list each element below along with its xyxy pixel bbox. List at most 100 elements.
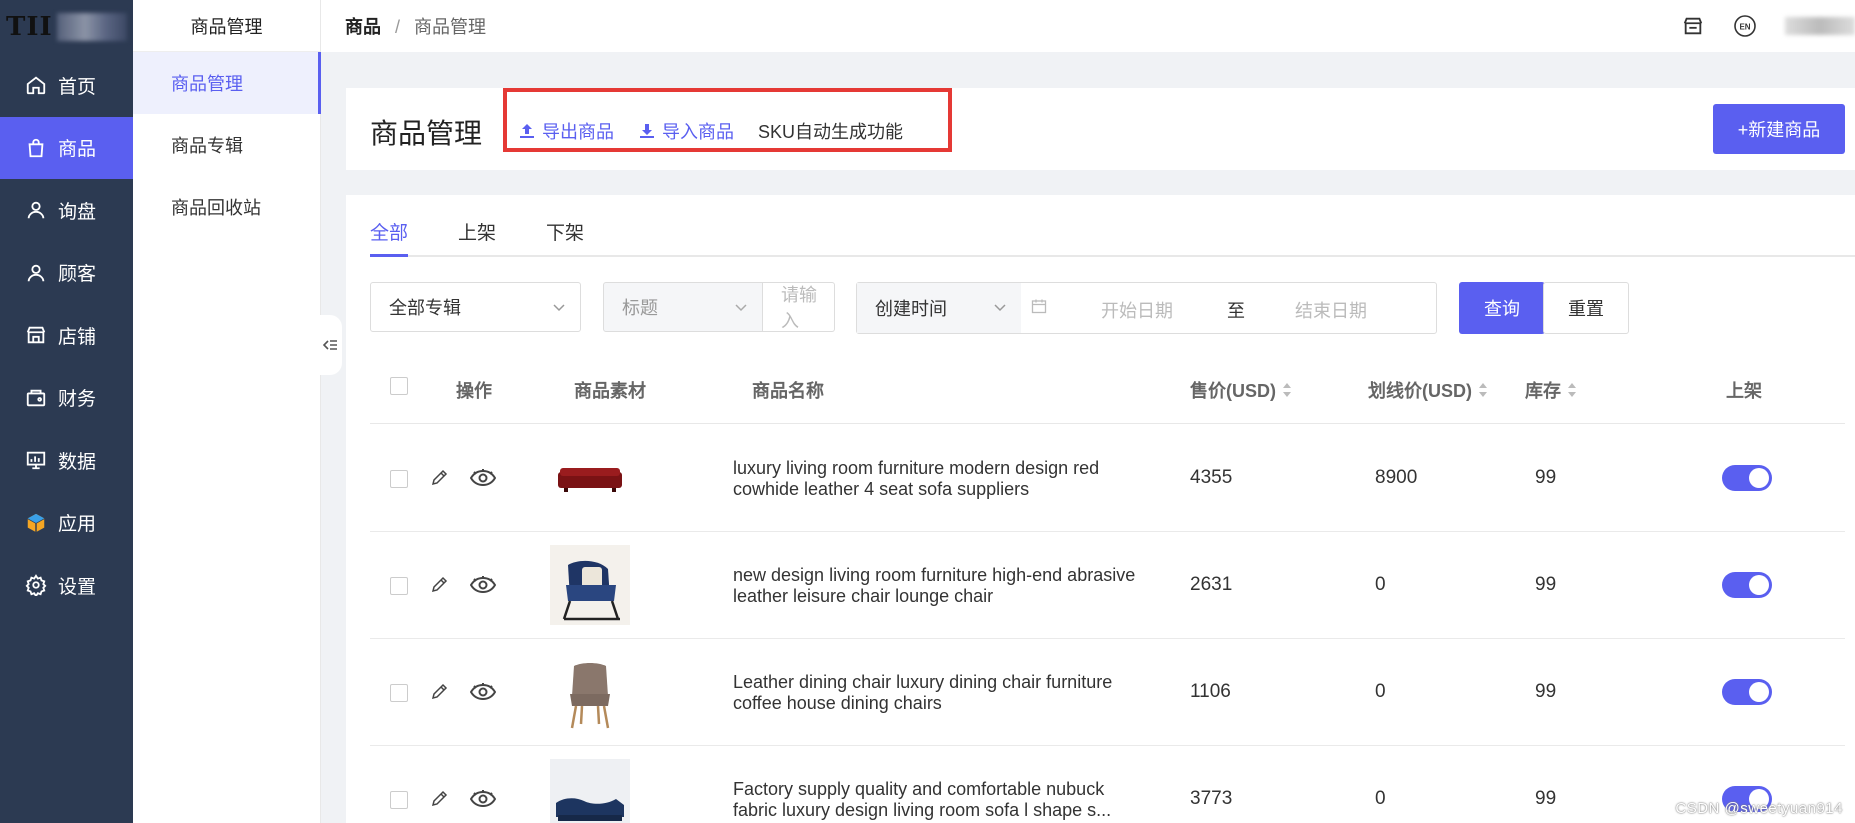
edit-icon[interactable] bbox=[430, 681, 450, 706]
download-icon bbox=[638, 122, 656, 140]
header-strike-price[interactable]: 划线价(USD) bbox=[1368, 377, 1488, 403]
product-price: 4355 bbox=[1190, 467, 1233, 488]
time-field-select[interactable]: 创建时间 bbox=[857, 283, 1021, 333]
new-product-button[interactable]: +新建商品 bbox=[1713, 104, 1845, 154]
nav-item-label: 设置 bbox=[58, 576, 97, 598]
product-name[interactable]: luxury living room furniture modern desi… bbox=[733, 458, 1143, 502]
listed-toggle[interactable] bbox=[1722, 679, 1772, 705]
nav-item-label: 财务 bbox=[58, 389, 97, 411]
row-checkbox[interactable] bbox=[390, 791, 408, 809]
page-header-card: 商品管理 导出商品 导入商品 SKU自动生成功能 +新建商品 bbox=[346, 88, 1855, 170]
main-sidebar: TII 首页 商品 询盘 顾客 店铺 财务 数据 应用 设置 bbox=[0, 0, 133, 823]
sub-item-product-album[interactable]: 商品专辑 bbox=[133, 114, 320, 176]
language-icon[interactable]: EN bbox=[1733, 14, 1757, 38]
nav-item-finance[interactable]: 财务 bbox=[0, 367, 133, 430]
breadcrumb-current: 商品管理 bbox=[414, 17, 487, 37]
product-stock: 99 bbox=[1535, 574, 1557, 595]
search-field-select[interactable]: 标题 bbox=[603, 282, 763, 332]
row-checkbox[interactable] bbox=[390, 577, 408, 595]
nav-item-label: 顾客 bbox=[58, 264, 97, 286]
header-price[interactable]: 售价(USD) bbox=[1190, 377, 1292, 403]
start-date-input[interactable]: 开始日期 bbox=[1101, 297, 1173, 323]
nav-item-home[interactable]: 首页 bbox=[0, 54, 133, 117]
wallet-icon bbox=[24, 386, 48, 410]
keyword-input[interactable]: 请输入 bbox=[763, 282, 835, 332]
chevron-down-icon bbox=[994, 304, 1006, 312]
tab-all[interactable]: 全部 bbox=[370, 218, 409, 257]
query-button[interactable]: 查询 bbox=[1459, 282, 1545, 334]
breadcrumb: 商品 / 商品管理 bbox=[345, 13, 486, 39]
listed-toggle[interactable] bbox=[1722, 465, 1772, 491]
import-products-button[interactable]: 导入商品 bbox=[638, 118, 734, 144]
store-icon[interactable] bbox=[1681, 14, 1705, 38]
time-field-value: 创建时间 bbox=[875, 299, 947, 319]
top-right-toolbar: EN bbox=[1681, 0, 1855, 52]
product-thumbnail-blue-chair bbox=[550, 545, 630, 625]
user-name-blurred[interactable] bbox=[1785, 17, 1855, 35]
bag-icon bbox=[24, 136, 48, 160]
keyword-placeholder: 请输入 bbox=[781, 285, 817, 331]
end-date-input[interactable]: 结束日期 bbox=[1295, 297, 1367, 323]
export-products-button[interactable]: 导出商品 bbox=[518, 118, 614, 144]
edit-icon[interactable] bbox=[430, 467, 450, 492]
chevron-down-icon bbox=[553, 304, 565, 312]
sub-item-product-management[interactable]: 商品管理 bbox=[133, 52, 321, 114]
product-strike-price: 0 bbox=[1375, 681, 1386, 702]
reset-button[interactable]: 重置 bbox=[1543, 282, 1629, 334]
header-listed: 上架 bbox=[1726, 381, 1762, 401]
eye-icon[interactable] bbox=[469, 683, 497, 706]
table-row: luxury living room furniture modern desi… bbox=[370, 425, 1845, 532]
album-select[interactable]: 全部专辑 bbox=[370, 282, 581, 332]
sidebar-collapse-button[interactable] bbox=[318, 315, 342, 375]
sku-auto-generate-button[interactable]: SKU自动生成功能 bbox=[758, 118, 903, 144]
nav-item-products[interactable]: 商品 bbox=[0, 116, 133, 179]
product-price: 2631 bbox=[1190, 574, 1233, 595]
nav-item-label: 店铺 bbox=[58, 326, 97, 348]
product-name[interactable]: Factory supply quality and comfortable n… bbox=[733, 779, 1143, 823]
top-bar: 商品 / 商品管理 EN bbox=[321, 0, 1855, 52]
header-name: 商品名称 bbox=[752, 381, 824, 401]
product-strike-price: 8900 bbox=[1375, 467, 1418, 488]
sub-item-label: 商品管理 bbox=[171, 74, 243, 94]
product-stock: 99 bbox=[1535, 681, 1557, 702]
nav-item-inquiry[interactable]: 询盘 bbox=[0, 179, 133, 242]
breadcrumb-root[interactable]: 商品 bbox=[345, 17, 381, 37]
nav-item-settings[interactable]: 设置 bbox=[0, 554, 133, 617]
header-stock[interactable]: 库存 bbox=[1525, 377, 1577, 403]
edit-icon[interactable] bbox=[430, 788, 450, 813]
header-stock-label: 库存 bbox=[1525, 381, 1561, 401]
product-name[interactable]: Leather dining chair luxury dining chair… bbox=[733, 672, 1143, 716]
sub-item-recycle-bin[interactable]: 商品回收站 bbox=[133, 176, 320, 238]
home-icon bbox=[24, 73, 48, 97]
watermark: CSDN @sweetyuan914 bbox=[1675, 800, 1843, 817]
select-all-checkbox[interactable] bbox=[390, 377, 408, 395]
nav-item-apps[interactable]: 应用 bbox=[0, 492, 133, 555]
product-strike-price: 0 bbox=[1375, 574, 1386, 595]
product-list-card: 全部 上架 下架 全部专辑 标题 请输入 创建时间 开始日期 至 结束日期 查询… bbox=[346, 195, 1855, 823]
collapse-icon bbox=[322, 340, 337, 350]
date-range-separator: 至 bbox=[1227, 301, 1245, 321]
breadcrumb-separator: / bbox=[395, 17, 401, 37]
edit-icon[interactable] bbox=[430, 574, 450, 599]
listed-toggle[interactable] bbox=[1722, 572, 1772, 598]
nav-item-store[interactable]: 店铺 bbox=[0, 304, 133, 367]
date-range-picker[interactable]: 创建时间 开始日期 至 结束日期 bbox=[856, 282, 1437, 334]
eye-icon[interactable] bbox=[469, 469, 497, 492]
tab-listed[interactable]: 上架 bbox=[458, 218, 496, 255]
product-name[interactable]: new design living room furniture high-en… bbox=[733, 565, 1143, 609]
album-select-value: 全部专辑 bbox=[389, 298, 461, 318]
table-row: Leather dining chair luxury dining chair… bbox=[370, 639, 1845, 746]
nav-item-label: 商品 bbox=[58, 139, 97, 161]
tab-unlisted[interactable]: 下架 bbox=[546, 218, 584, 255]
nav-item-customers[interactable]: 顾客 bbox=[0, 242, 133, 305]
header-strike-label: 划线价(USD) bbox=[1368, 381, 1472, 401]
eye-icon[interactable] bbox=[469, 790, 497, 813]
sort-icon bbox=[1282, 382, 1292, 398]
logo[interactable]: TII bbox=[0, 0, 133, 54]
row-checkbox[interactable] bbox=[390, 684, 408, 702]
eye-icon[interactable] bbox=[469, 576, 497, 599]
chevron-down-icon bbox=[735, 304, 747, 312]
nav-item-data[interactable]: 数据 bbox=[0, 429, 133, 492]
search-field-value: 标题 bbox=[622, 298, 658, 318]
row-checkbox[interactable] bbox=[390, 470, 408, 488]
